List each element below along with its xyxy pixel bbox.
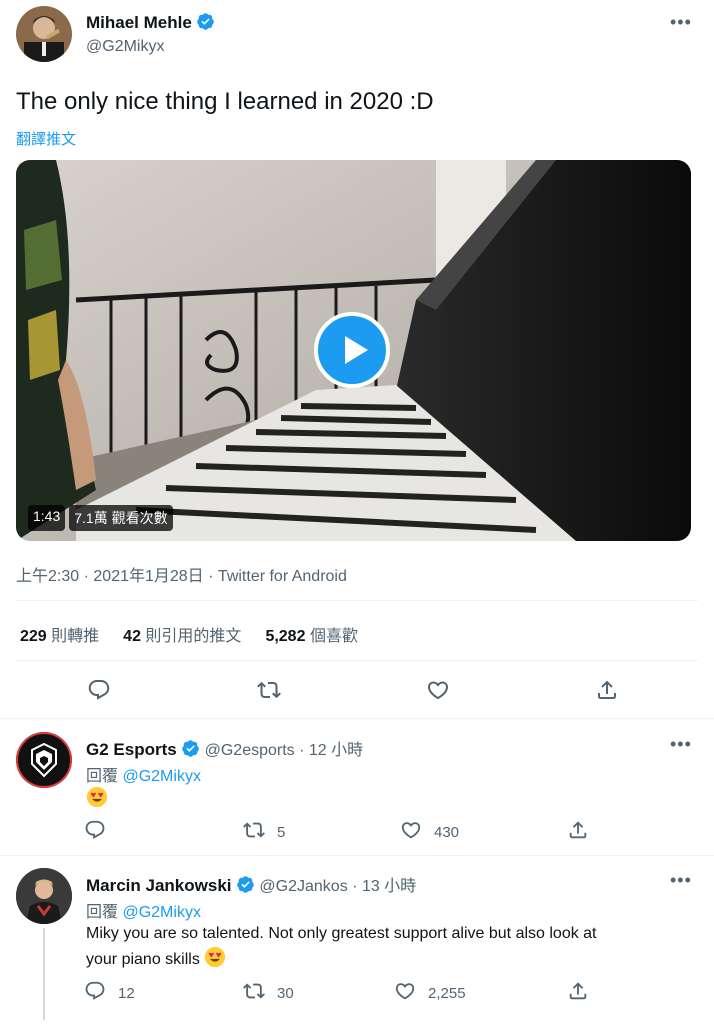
video-duration: 1:43 — [28, 505, 66, 531]
like-count: 2,255 — [428, 985, 466, 1002]
retweet-icon[interactable] — [257, 678, 281, 707]
retweet-count: 5 — [277, 824, 286, 841]
thread-line — [43, 928, 45, 1020]
author-handle[interactable]: @G2Mikyx — [86, 38, 164, 56]
reply-text-line: your piano skills — [86, 951, 200, 968]
more-options-icon[interactable]: ••• — [670, 12, 692, 33]
quote-stat[interactable]: 42 則引用的推文 — [123, 622, 241, 646]
reply-avatar-g2esports[interactable] — [16, 732, 72, 788]
reply-author-handle[interactable]: @G2Jankos — [259, 878, 347, 895]
reply-author-handle[interactable]: @G2esports — [205, 742, 295, 759]
reply-count: 12 — [118, 985, 135, 1002]
reply-more-options-icon[interactable]: ••• — [670, 734, 692, 755]
verified-badge-icon — [236, 875, 255, 894]
reply-to-link[interactable]: @G2Mikyx — [122, 768, 200, 785]
heart-eyes-emoji-icon — [86, 786, 108, 809]
reply-icon[interactable] — [84, 819, 106, 846]
tweet-text: The only nice thing I learned in 2020 :D — [16, 88, 434, 115]
reply-icon[interactable] — [87, 678, 111, 707]
video-player[interactable]: 1:43 7.1萬 觀看次數 — [16, 160, 691, 541]
reply-author-name[interactable]: Marcin Jankowski — [86, 876, 232, 895]
reply-avatar-jankos[interactable] — [16, 868, 72, 924]
translate-link[interactable]: 翻譯推文 — [16, 128, 76, 149]
like-stat[interactable]: 5,282 個喜歡 — [265, 622, 358, 646]
like-icon[interactable] — [394, 980, 416, 1007]
like-icon[interactable] — [400, 819, 422, 846]
reply-icon[interactable] — [84, 980, 106, 1007]
like-icon[interactable] — [426, 678, 450, 707]
play-icon — [345, 336, 368, 364]
reply-time[interactable]: 12 小時 — [309, 742, 363, 759]
share-icon[interactable] — [567, 980, 589, 1007]
verified-badge-icon — [181, 739, 200, 758]
share-icon[interactable] — [567, 819, 589, 846]
share-icon[interactable] — [595, 678, 619, 707]
reply-author-name[interactable]: G2 Esports — [86, 740, 177, 759]
author-name[interactable]: Mihael Mehle — [86, 13, 192, 32]
reply-more-options-icon[interactable]: ••• — [670, 870, 692, 891]
retweet-stat[interactable]: 229 則轉推 — [20, 622, 99, 646]
play-button[interactable] — [314, 312, 390, 388]
tweet-time[interactable]: 上午2:30 — [16, 568, 79, 585]
tweet-source[interactable]: Twitter for Android — [218, 568, 347, 585]
reply-to-link[interactable]: @G2Mikyx — [122, 904, 200, 921]
tweet-date[interactable]: 2021年1月28日 — [93, 568, 203, 585]
reply-time[interactable]: 13 小時 — [362, 878, 416, 895]
retweet-icon[interactable] — [243, 980, 265, 1007]
author-avatar[interactable] — [16, 6, 72, 62]
retweet-count: 30 — [277, 985, 294, 1002]
reply-text-line: Miky you are so talented. Not only great… — [86, 925, 597, 942]
like-count: 430 — [434, 824, 460, 841]
verified-badge-icon — [196, 12, 215, 31]
video-view-count: 7.1萬 觀看次數 — [69, 505, 173, 531]
retweet-icon[interactable] — [243, 819, 265, 846]
heart-eyes-emoji-icon — [204, 946, 226, 968]
